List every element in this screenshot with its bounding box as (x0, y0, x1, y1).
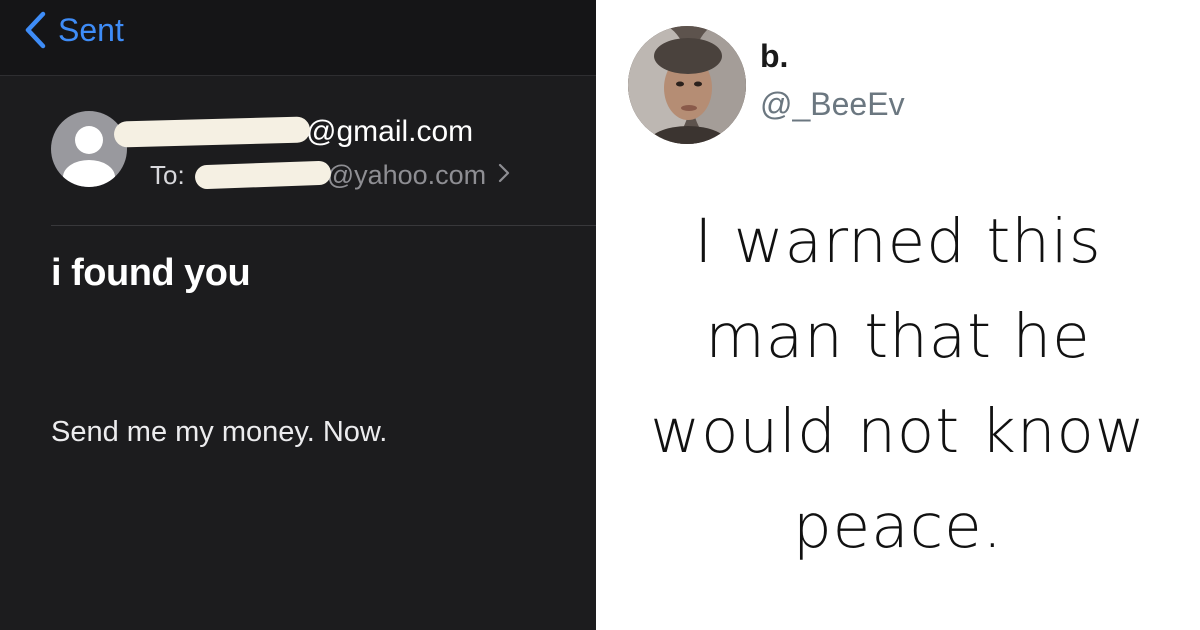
recipient-row[interactable]: To: @yahoo.com (150, 158, 510, 192)
tweet-text: I warned this man that he would not know… (596, 194, 1200, 574)
recipient-redaction (194, 160, 332, 190)
header-divider (51, 225, 596, 226)
recipient-domain: @yahoo.com (326, 159, 487, 190)
tweet-line: man that he (705, 301, 1091, 372)
mail-nav-bar: Sent (0, 0, 596, 76)
chevron-left-icon (24, 11, 46, 49)
tweet-author-handle[interactable]: @_BeeEv (760, 86, 905, 123)
tweet-author-name[interactable]: b. (760, 38, 788, 75)
sender-address[interactable]: @gmail.com (113, 112, 474, 152)
back-button[interactable]: Sent (24, 8, 124, 52)
back-button-label: Sent (58, 11, 124, 48)
tweet-line: peace. (792, 491, 1004, 562)
tweet-line: I warned this (694, 206, 1102, 277)
sender-redaction (113, 116, 311, 148)
tweet-line: would not know (650, 396, 1146, 467)
profile-avatar[interactable] (628, 26, 746, 144)
email-body: Send me my money. Now. (51, 416, 388, 448)
chevron-right-icon (498, 163, 510, 188)
email-screenshot: Sent @gmail.com To: @yahoo.com i found y… (0, 0, 596, 630)
sender-domain: @gmail.com (306, 115, 474, 148)
to-label: To: (150, 159, 185, 190)
tweet-card: b. @_BeeEv I warned this man that he wou… (596, 0, 1200, 630)
email-subject: i found you (51, 252, 251, 294)
